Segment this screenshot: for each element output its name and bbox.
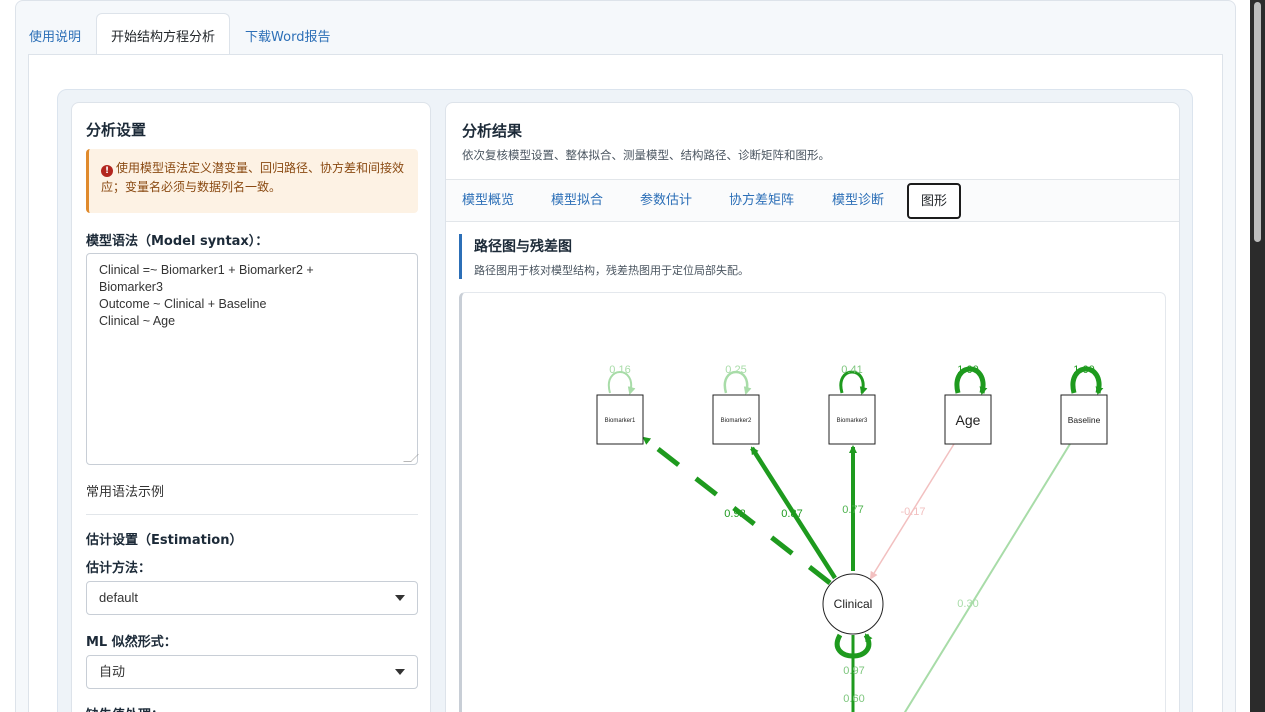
caret-down-icon <box>395 669 405 675</box>
label-clinical: Clinical <box>834 597 873 611</box>
loading-biomarker1: 0.92 <box>724 508 745 520</box>
tab-download-report[interactable]: 下载Word报告 <box>230 13 345 55</box>
method-label: 估计方法： <box>86 561 152 576</box>
variance-age: 1.00 <box>957 364 978 376</box>
main-nav-tabs: 使用说明 开始结构方程分析 下载Word报告 <box>28 13 345 55</box>
tab-model-overview[interactable]: 模型概览 <box>462 180 514 222</box>
caret-down-icon <box>395 595 405 601</box>
tab-parameter-estimates[interactable]: 参数估计 <box>640 180 692 222</box>
label-age: Age <box>956 412 981 428</box>
coef-baseline-outcome: 0.30 <box>957 598 978 610</box>
settings-panel: 分析设置 ! 使用模型语法定义潜变量、回归路径、协方差和间接效应；变量名必须与数据… <box>71 102 431 712</box>
likelihood-select[interactable]: 自动 <box>86 655 418 689</box>
variance-biomarker1: 0.16 <box>609 364 630 376</box>
syntax-label: 模型语法（Model syntax）： <box>86 234 269 249</box>
variance-biomarker2: 0.25 <box>725 364 746 376</box>
path-diagram: Biomarker1 Biomarker2 Biomarker3 Age Bas… <box>596 364 1108 712</box>
tab-model-fit[interactable]: 模型拟合 <box>551 180 603 222</box>
syntax-alert: ! 使用模型语法定义潜变量、回归路径、协方差和间接效应；变量名必须与数据列名一致。 <box>86 149 418 213</box>
path-section-title: 路径图与残差图 <box>474 239 572 255</box>
coef-clinical-outcome: 0.60 <box>843 693 864 705</box>
tab-covariance-matrix[interactable]: 协方差矩阵 <box>729 180 794 222</box>
results-subtitle: 依次复核模型设置、整体拟合、测量模型、结构路径、诊断矩阵和图形。 <box>462 148 830 162</box>
label-biomarker2: Biomarker2 <box>721 418 752 424</box>
variance-clinical: 0.97 <box>843 665 864 677</box>
syntax-examples-link[interactable]: 常用语法示例 <box>86 481 164 500</box>
exclamation-icon: ! <box>101 165 113 177</box>
label-biomarker3: Biomarker3 <box>837 418 868 424</box>
tab-figures[interactable]: 图形 <box>907 183 962 219</box>
scrollbar-thumb[interactable] <box>1254 2 1261 242</box>
tab-instructions[interactable]: 使用说明 <box>28 13 96 55</box>
estimation-heading: 估计设置（Estimation） <box>86 533 243 548</box>
divider <box>86 514 418 515</box>
tab-model-diagnostics[interactable]: 模型诊断 <box>832 180 884 222</box>
path-section-subtitle: 路径图用于核对模型结构，残差热图用于定位局部失配。 <box>474 264 749 277</box>
method-select[interactable]: default <box>86 581 418 615</box>
tab-start-analysis[interactable]: 开始结构方程分析 <box>96 13 231 55</box>
results-title: 分析结果 <box>462 122 523 140</box>
variance-baseline: 1.00 <box>1073 364 1094 376</box>
resize-grip-icon[interactable] <box>403 454 419 462</box>
variance-biomarker3: 0.41 <box>841 364 862 376</box>
likelihood-value: 自动 <box>99 664 126 679</box>
path-section-header: 路径图与残差图 路径图用于核对模型结构，残差热图用于定位局部失配。 <box>459 234 749 279</box>
syntax-text: Clinical =~ Biomarker1 + Biomarker2 + Bi… <box>99 263 314 328</box>
alert-text: 使用模型语法定义潜变量、回归路径、协方差和间接效应；变量名必须与数据列名一致。 <box>101 161 405 194</box>
settings-title: 分析设置 <box>86 121 147 139</box>
results-panel: 分析结果 依次复核模型设置、整体拟合、测量模型、结构路径、诊断矩阵和图形。 模型… <box>445 102 1180 712</box>
coef-age-clinical: -0.17 <box>900 506 925 518</box>
likelihood-label: ML 似然形式： <box>86 635 177 650</box>
model-syntax-textarea[interactable]: Clinical =~ Biomarker1 + Biomarker2 + Bi… <box>86 253 419 465</box>
method-value: default <box>99 590 139 605</box>
path-diagram-card: Biomarker1 Biomarker2 Biomarker3 Age Bas… <box>459 292 1166 712</box>
label-baseline: Baseline <box>1068 415 1101 425</box>
missing-label: 缺失值处理： <box>86 704 164 712</box>
label-biomarker1: Biomarker1 <box>605 418 636 424</box>
loading-biomarker3: 0.77 <box>842 504 863 516</box>
page-scrollbar[interactable] <box>1250 0 1265 712</box>
results-tabs: 模型概览 模型拟合 参数估计 协方差矩阵 模型诊断 图形 <box>446 179 1179 222</box>
loading-biomarker2: 0.87 <box>781 508 802 520</box>
edge-baseline-outcome <box>903 443 1071 712</box>
